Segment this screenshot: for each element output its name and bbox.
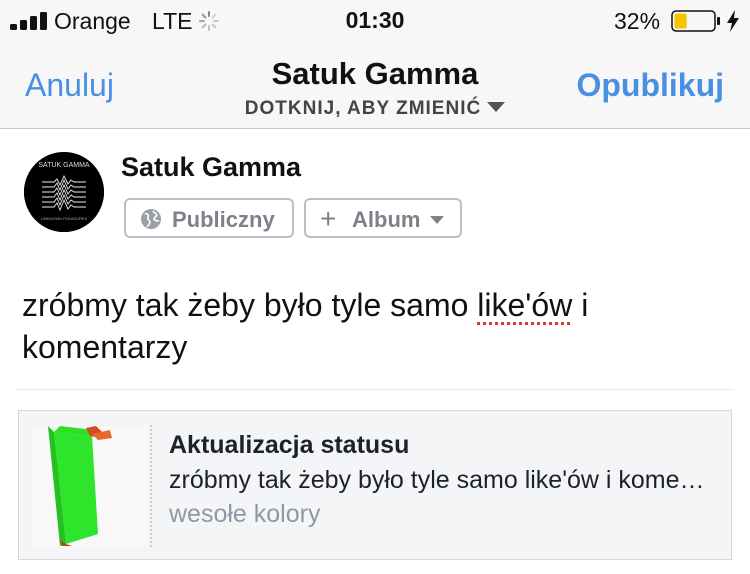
status-bar: Orange LTE 01:30 32% xyxy=(0,0,750,40)
nav-bar: Anuluj Satuk Gamma DOTKNIJ, ABY ZMIENIĆ … xyxy=(0,40,750,129)
bolt-icon xyxy=(727,10,739,32)
avatar-text: SATUK GAMMA xyxy=(38,162,90,169)
preview-caption: wesołe kolory xyxy=(169,500,321,528)
publish-button[interactable]: Opublikuj xyxy=(576,67,724,104)
battery-icon xyxy=(671,10,720,32)
user-name: Satuk Gamma xyxy=(121,152,302,182)
preview-description: zróbmy tak żeby było tyle samo like'ów i… xyxy=(169,466,714,494)
divider xyxy=(16,389,734,390)
avatar-artwork: SATUK GAMMA UNKNOWN PLEASURES xyxy=(24,152,104,232)
plus-icon: + xyxy=(320,203,337,234)
post-text-input[interactable]: zróbmy tak żeby było tyle samo like'ów i… xyxy=(22,284,732,368)
misspelled-word[interactable]: like'ów xyxy=(477,287,572,323)
audience-label: Publiczny xyxy=(172,207,275,232)
audience-selector-button[interactable]: Publiczny xyxy=(124,198,294,238)
globe-icon xyxy=(141,209,161,229)
chevron-down-icon xyxy=(487,101,506,112)
thumbnail-separator xyxy=(150,425,152,547)
battery-percent: 32% xyxy=(614,8,661,34)
album-label: Album xyxy=(352,207,421,232)
link-preview-card[interactable]: Aktualizacja statusu zróbmy tak żeby był… xyxy=(18,410,732,560)
avatar-subtext: UNKNOWN PLEASURES xyxy=(41,216,88,221)
preview-thumbnail xyxy=(32,426,148,546)
album-selector-button[interactable]: + Album xyxy=(304,198,462,238)
chevron-down-icon xyxy=(430,216,444,224)
preview-title: Aktualizacja statusu xyxy=(169,431,410,459)
avatar[interactable]: SATUK GAMMA UNKNOWN PLEASURES xyxy=(24,152,104,232)
subtitle-label: DOTKNIJ, ABY ZMIENIĆ xyxy=(244,98,482,119)
post-text-segment: zróbmy tak żeby było tyle samo xyxy=(22,287,478,323)
